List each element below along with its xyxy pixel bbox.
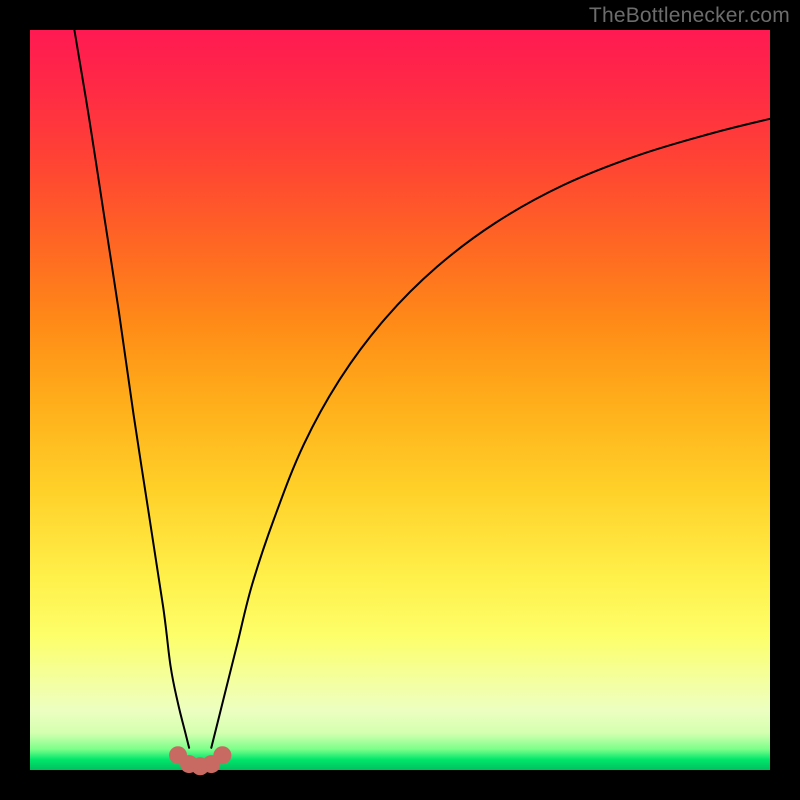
minimum-marker: [213, 746, 231, 764]
plot-area: [30, 30, 770, 770]
curve-right-branch: [211, 119, 770, 748]
chart-frame: TheBottlenecker.com: [0, 0, 800, 800]
watermark-text: TheBottlenecker.com: [589, 4, 790, 28]
marker-group: [169, 746, 231, 775]
plot-svg: [30, 30, 770, 770]
curve-left-branch: [74, 30, 189, 748]
